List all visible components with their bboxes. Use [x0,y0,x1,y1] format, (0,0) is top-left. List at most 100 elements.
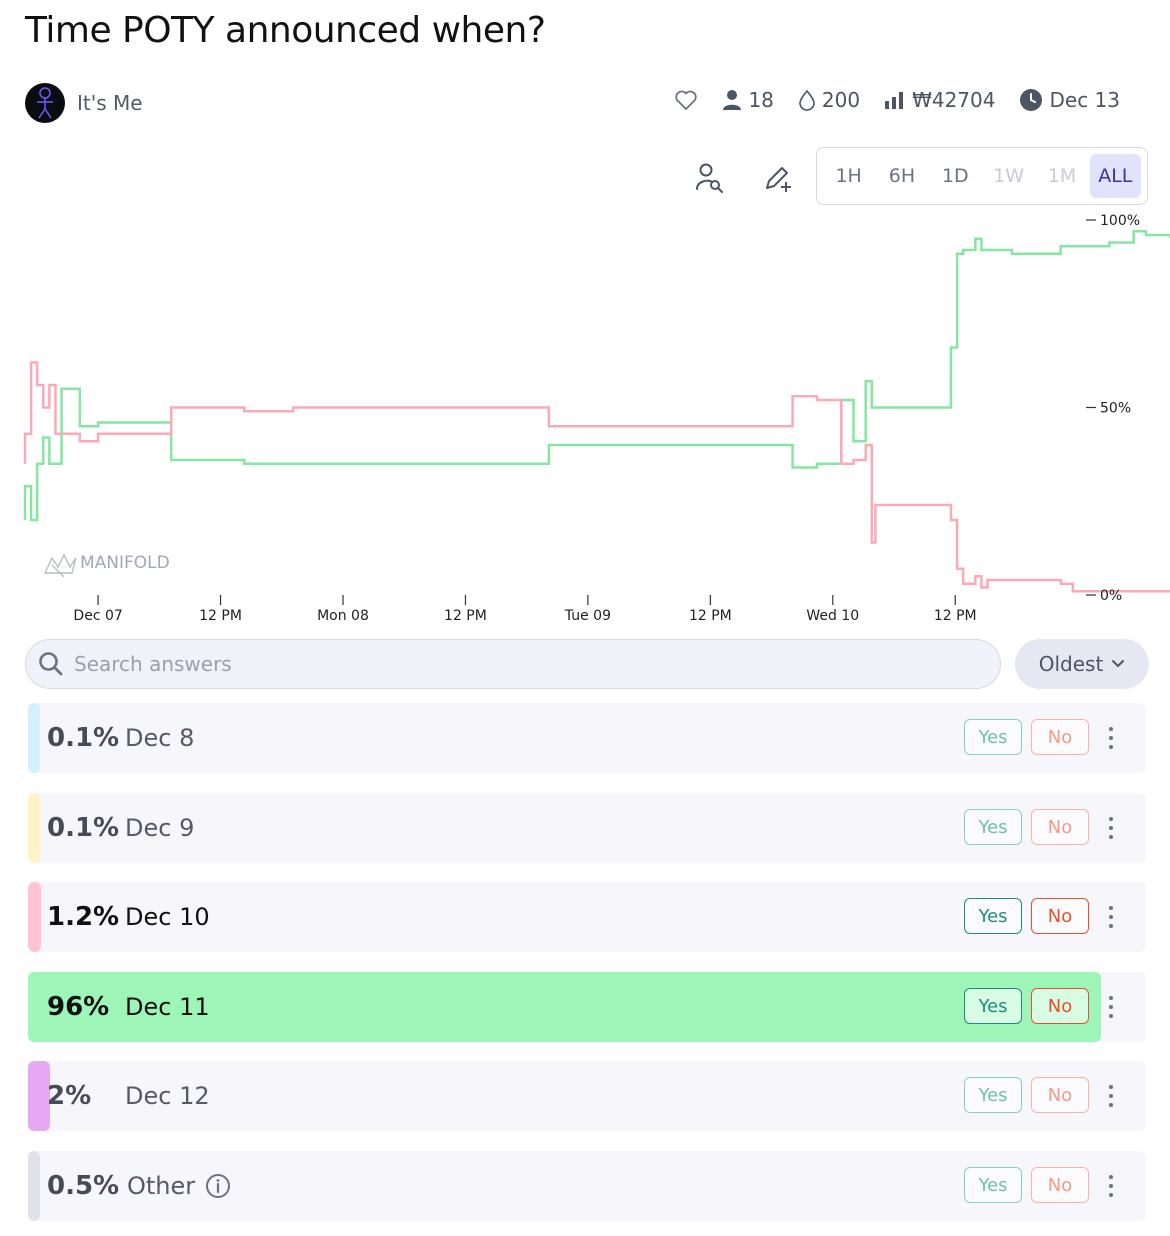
answer-label-wrap: Dec 8 [125,703,194,773]
answer-probability: 2% [47,1081,92,1111]
y-tick-label: 50% [1100,401,1131,417]
bar-chart-icon [885,92,904,109]
more-options-button[interactable] [1096,721,1126,755]
volume-stat: ₩42704 [884,88,995,112]
x-tick-label: 12 PM [199,608,242,624]
answer-label: Dec 12 [125,1082,210,1110]
x-tick-label: 12 PM [444,608,487,624]
x-tick-label: Wed 10 [806,608,859,624]
chart-series-line-1 [23,361,1170,593]
follow-button[interactable] [674,89,698,111]
time-period-selector: 1H 6H 1D 1W 1M ALL [816,147,1148,205]
search-icon [39,652,63,676]
period-1h[interactable]: 1H [823,154,874,198]
answer-probability: 96% [47,992,110,1022]
pencil-plus-icon [766,167,791,192]
probability-chart[interactable]: MANIFOLD 100% 50% 0% Dec 07 12 PM Mon 08 12 PM… [0,205,1170,635]
answer-label: Dec 11 [125,993,210,1021]
volume-value: ₩42704 [912,88,996,112]
answer-label-wrap: Dec 9 [125,793,194,863]
y-tick-label: 0% [1100,588,1122,604]
avatar[interactable] [25,83,65,123]
answer-probability: 1.2% [47,902,120,932]
traders-count: 18 [748,88,774,112]
sort-dropdown[interactable]: Oldest [1015,639,1149,689]
no-button[interactable]: No [1031,719,1089,755]
x-tick-label: 12 PM [689,608,732,624]
watermark-text: MANIFOLD [80,553,170,573]
period-1d[interactable]: 1D [930,154,981,198]
answer-row: 96% Dec 11 Yes No [28,972,1146,1042]
no-button[interactable]: No [1031,809,1089,845]
x-tick-label: Dec 07 [73,608,122,624]
answer-probability: 0.5% [47,1171,120,1201]
probability-bar [28,703,40,773]
user-icon [723,90,742,110]
answer-label: Dec 8 [125,724,195,752]
yes-button[interactable]: Yes [964,1077,1022,1113]
no-button[interactable]: No [1031,898,1089,934]
yes-button[interactable]: Yes [964,1167,1022,1203]
answer-label-wrap: Dec 11 [125,972,210,1042]
answer-label: Dec 10 [125,903,210,931]
close-date-stat: Dec 13 [1019,88,1120,112]
stick-figure-icon [37,87,53,119]
author[interactable]: It's Me [25,83,143,123]
x-tick-label: 12 PM [934,608,977,624]
x-tick-label: Tue 09 [564,608,611,624]
traders-stat: 18 [722,88,774,112]
answer-label-wrap: Dec 10 [125,882,210,952]
no-button[interactable]: No [1031,1167,1089,1203]
more-options-button[interactable] [1096,900,1126,934]
more-options-button[interactable] [1096,990,1126,1024]
period-6h[interactable]: 6H [876,154,927,198]
user-search-icon [696,163,723,193]
no-button[interactable]: No [1031,988,1089,1024]
liquidity-stat: 200 [798,88,860,112]
manifold-watermark: MANIFOLD [43,553,170,578]
more-options-button[interactable] [1096,811,1126,845]
search-input[interactable] [72,651,956,677]
probability-bar [28,793,40,863]
probability-bar [28,1151,40,1221]
chart-series-line-0 [23,230,1170,522]
author-name[interactable]: It's Me [77,91,143,115]
answer-probability: 0.1% [47,723,120,753]
more-options-button[interactable] [1096,1169,1126,1203]
info-icon[interactable] [205,1173,231,1199]
close-date: Dec 13 [1049,88,1120,112]
market-stats: 18 200 ₩42704 Dec 13 [674,88,1120,112]
probability-bar [28,882,42,952]
chevron-down-icon [1112,660,1125,668]
yes-button[interactable]: Yes [964,719,1022,755]
x-tick-label: Mon 08 [317,608,369,624]
heart-icon [675,90,698,110]
no-button[interactable]: No [1031,1077,1089,1113]
answer-label-wrap: Dec 12 [125,1061,210,1131]
y-tick-label: 100% [1100,213,1140,229]
sort-label: Oldest [1038,652,1104,676]
answer-row: 2% Dec 12 Yes No [28,1061,1146,1131]
liquidity-value: 200 [821,88,861,112]
user-search-button[interactable] [692,160,728,196]
answer-label: Dec 9 [125,814,195,842]
yes-button[interactable]: Yes [964,988,1022,1024]
more-options-button[interactable] [1096,1079,1126,1113]
answer-row: 1.2% Dec 10 Yes No [28,882,1146,952]
search-answers[interactable] [25,639,1001,689]
yes-button[interactable]: Yes [964,898,1022,934]
droplet-icon [799,89,815,111]
answer-row: 0.5% Other Yes No [28,1151,1146,1221]
clock-icon [1020,89,1043,111]
answer-row: 0.1% Dec 8 Yes No [28,703,1146,773]
answer-label: Other [127,1172,196,1200]
yes-button[interactable]: Yes [964,809,1022,845]
answer-probability: 0.1% [47,813,120,843]
period-1w[interactable]: 1W [983,154,1034,198]
answer-label-wrap: Other [127,1151,231,1221]
period-1m[interactable]: 1M [1036,154,1087,198]
answer-row: 0.1% Dec 9 Yes No [28,793,1146,863]
period-all[interactable]: ALL [1089,154,1141,198]
add-annotation-button[interactable] [760,160,796,196]
page-title: Time POTY announced when? [25,10,546,51]
